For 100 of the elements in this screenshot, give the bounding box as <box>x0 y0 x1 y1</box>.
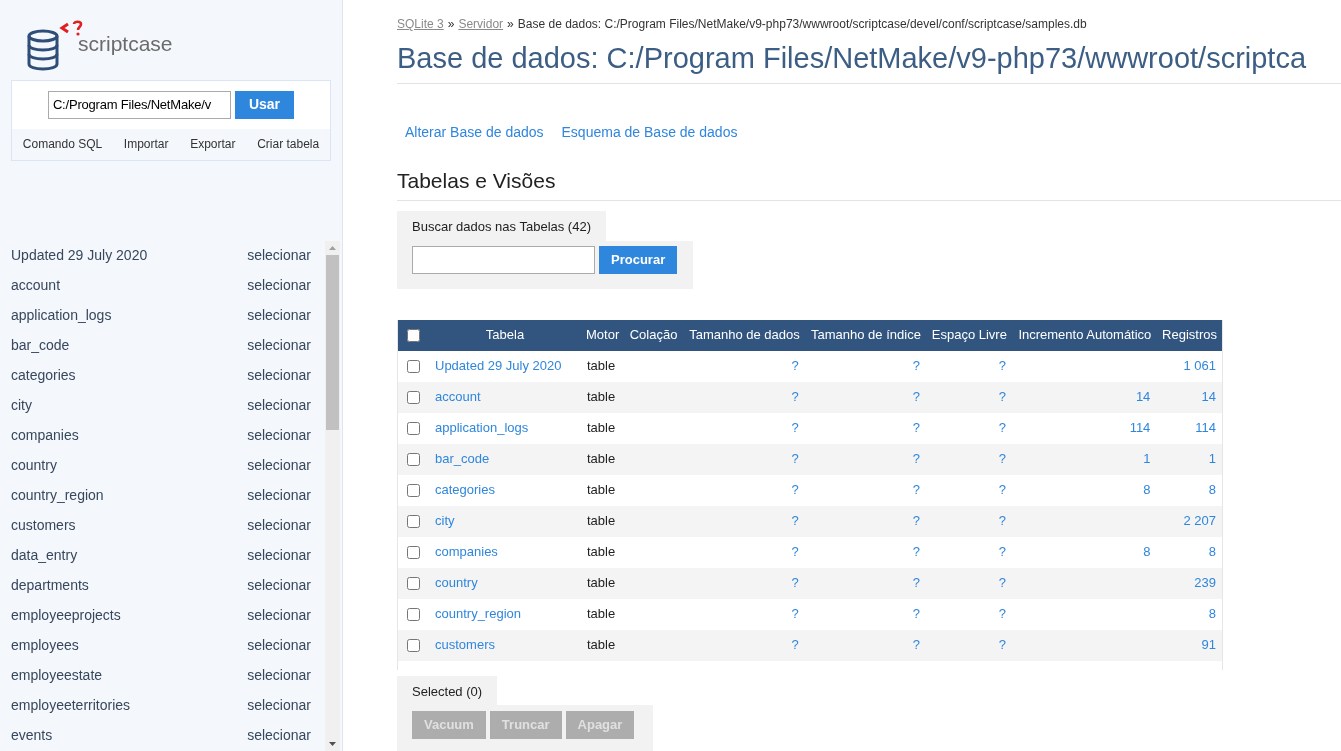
table-link[interactable]: categories <box>11 365 76 387</box>
action-link[interactable]: Esquema de Base de dados <box>561 121 738 143</box>
sidebar-link[interactable]: Importar <box>123 135 169 154</box>
table-link[interactable]: employeeterritories <box>11 695 131 717</box>
sidebar-link[interactable]: Comando SQL <box>22 135 103 154</box>
row-checkbox[interactable] <box>407 639 420 653</box>
table-cell-link[interactable]: ? <box>912 451 920 467</box>
table-name-link[interactable]: Updated 29 July 2020 <box>435 358 562 374</box>
select-all-checkbox[interactable] <box>407 329 420 343</box>
row-checkbox[interactable] <box>407 608 420 622</box>
table-link[interactable]: account <box>11 275 61 297</box>
table-cell-link[interactable]: 8 <box>1143 482 1151 498</box>
table-cell-link[interactable]: ? <box>998 513 1006 529</box>
table-name-link[interactable]: application_logs <box>435 420 529 436</box>
select-link[interactable]: selecionar <box>247 515 311 537</box>
database-path-field[interactable]: C:/Program Files/NetMake/v <box>47 90 231 119</box>
table-name-link[interactable]: companies <box>435 544 498 560</box>
table-cell-link[interactable]: ? <box>912 513 920 529</box>
table-cell-link[interactable]: ? <box>791 451 799 467</box>
row-checkbox[interactable] <box>407 391 420 405</box>
table-cell-link[interactable]: 114 <box>1129 420 1151 436</box>
table-cell-link[interactable]: 91 <box>1201 637 1216 653</box>
table-cell-link[interactable]: ? <box>912 575 920 591</box>
table-cell-link[interactable]: ? <box>791 606 799 622</box>
select-link[interactable]: selecionar <box>247 635 311 657</box>
table-name-link[interactable]: city <box>435 513 455 529</box>
table-cell-link[interactable]: ? <box>998 420 1006 436</box>
row-checkbox[interactable] <box>407 422 420 436</box>
scrollbar[interactable] <box>325 240 340 751</box>
select-link[interactable]: selecionar <box>247 575 311 597</box>
table-link[interactable]: employeeprojects <box>11 605 121 627</box>
table-cell-link[interactable]: ? <box>998 358 1006 374</box>
table-cell-link[interactable]: ? <box>791 358 799 374</box>
table-cell-link[interactable]: ? <box>791 482 799 498</box>
table-cell-link[interactable]: ? <box>998 606 1006 622</box>
table-cell-link[interactable]: 8 <box>1208 544 1216 560</box>
table-link[interactable]: application_logs <box>11 305 112 327</box>
select-link[interactable]: selecionar <box>247 665 311 687</box>
table-link[interactable]: city <box>11 395 32 417</box>
table-cell-link[interactable]: ? <box>791 544 799 560</box>
table-cell-link[interactable]: ? <box>912 389 920 405</box>
table-cell-link[interactable]: ? <box>998 389 1006 405</box>
table-link[interactable]: customers <box>11 515 76 537</box>
scroll-down-icon[interactable] <box>329 742 336 746</box>
table-cell-link[interactable]: ? <box>912 637 920 653</box>
breadcrumb-link[interactable]: SQLite 3 <box>397 15 444 33</box>
table-cell-link[interactable]: 114 <box>1195 420 1216 436</box>
table-cell-link[interactable]: ? <box>791 513 799 529</box>
select-link[interactable]: selecionar <box>247 695 311 717</box>
table-cell-link[interactable]: 14 <box>1135 389 1151 405</box>
select-link[interactable]: selecionar <box>247 485 311 507</box>
row-checkbox[interactable] <box>407 453 420 467</box>
table-cell-link[interactable]: ? <box>791 637 799 653</box>
table-cell-link[interactable]: 8 <box>1208 482 1216 498</box>
table-link[interactable]: country_region <box>11 485 104 507</box>
table-link[interactable]: employees <box>11 635 79 657</box>
select-link[interactable]: selecionar <box>247 455 311 477</box>
select-link[interactable]: selecionar <box>247 335 311 357</box>
row-checkbox[interactable] <box>407 360 420 374</box>
select-link[interactable]: selecionar <box>247 245 311 267</box>
table-cell-link[interactable]: ? <box>998 637 1006 653</box>
table-cell-link[interactable]: ? <box>791 420 799 436</box>
table-cell-link[interactable]: 8 <box>1208 606 1216 622</box>
table-cell-link[interactable]: ? <box>912 420 920 436</box>
select-link[interactable]: selecionar <box>247 545 311 567</box>
action-link[interactable]: Alterar Base de dados <box>405 121 544 143</box>
table-cell-link[interactable]: ? <box>998 451 1006 467</box>
sidebar-link[interactable]: Criar tabela <box>257 135 320 154</box>
table-cell-link[interactable]: ? <box>998 482 1006 498</box>
table-cell-link[interactable]: ? <box>791 389 799 405</box>
table-cell-link[interactable]: ? <box>912 358 920 374</box>
sidebar-link[interactable]: Exportar <box>190 135 236 154</box>
table-link[interactable]: departments <box>11 575 89 597</box>
row-checkbox[interactable] <box>407 484 420 498</box>
table-cell-link[interactable]: 8 <box>1143 544 1151 560</box>
table-cell-link[interactable]: 2 207 <box>1183 513 1216 529</box>
table-cell-link[interactable]: ? <box>998 575 1006 591</box>
scroll-up-icon[interactable] <box>329 245 336 250</box>
table-name-link[interactable]: account <box>435 389 481 405</box>
scroll-thumb[interactable] <box>326 254 339 430</box>
table-link[interactable]: data_entry <box>11 545 78 567</box>
table-cell-link[interactable]: ? <box>912 482 920 498</box>
table-cell-link[interactable]: ? <box>912 606 920 622</box>
table-cell-link[interactable]: 1 <box>1143 451 1151 467</box>
table-name-link[interactable]: bar_code <box>435 451 490 467</box>
use-button[interactable]: Usar <box>234 90 295 119</box>
table-cell-link[interactable]: 1 061 <box>1183 358 1216 374</box>
select-link[interactable]: selecionar <box>247 725 311 747</box>
table-cell-link[interactable]: 239 <box>1194 575 1216 591</box>
table-name-link[interactable]: country <box>435 575 478 591</box>
select-link[interactable]: selecionar <box>247 365 311 387</box>
select-link[interactable]: selecionar <box>247 605 311 627</box>
row-checkbox[interactable] <box>407 546 420 560</box>
table-name-link[interactable]: categories <box>435 482 495 498</box>
table-link[interactable]: events <box>11 725 53 747</box>
select-link[interactable]: selecionar <box>247 305 311 327</box>
table-link[interactable]: Updated 29 July 2020 <box>11 245 148 267</box>
table-cell-link[interactable]: 1 <box>1208 451 1216 467</box>
select-link[interactable]: selecionar <box>247 275 311 297</box>
select-link[interactable]: selecionar <box>247 425 311 447</box>
